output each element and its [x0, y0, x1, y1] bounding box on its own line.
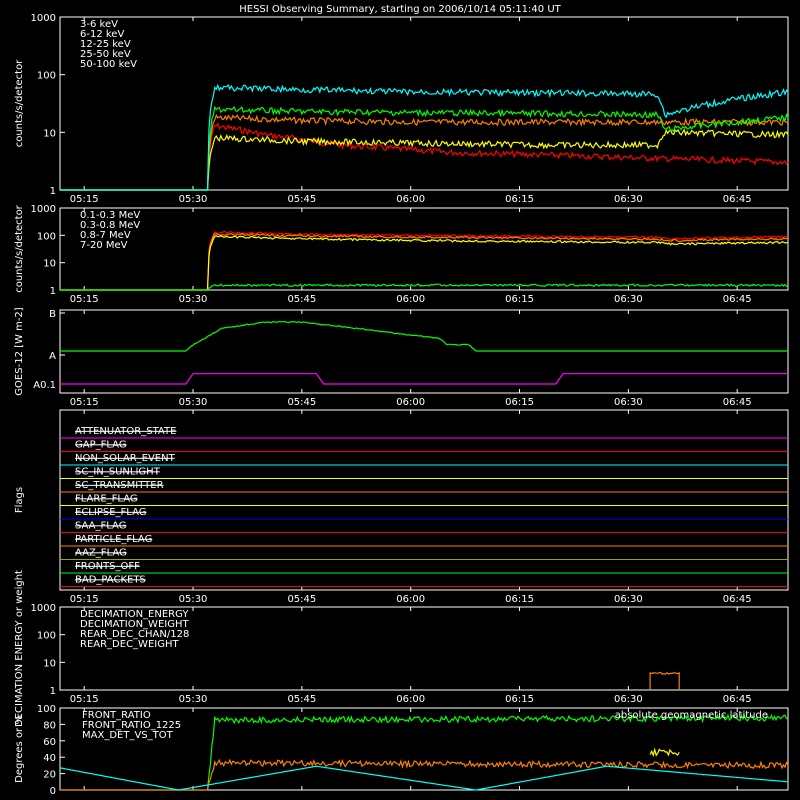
y-axis-label: GOES-12 [W m-2]: [14, 307, 25, 395]
y-tick-label: 0: [50, 786, 56, 797]
flag-label: SC_TRANSMITTER: [75, 480, 164, 491]
y-tick-label: 1000: [31, 204, 56, 215]
x-tick-label: 05:15: [70, 594, 99, 605]
y-tick-label: 100: [37, 631, 56, 642]
y-tick-label: 1000: [31, 603, 56, 614]
x-tick-label: 05:30: [179, 694, 208, 705]
x-tick-label: 06:00: [396, 194, 425, 205]
flag-label: FLARE_FLAG: [75, 494, 138, 505]
flag-label: SC_IN_SUNLIGHT: [75, 467, 161, 478]
y-axis-label: counts/s/detector: [14, 204, 25, 292]
y-tick-label: A: [49, 351, 56, 362]
x-tick-label: 06:45: [723, 694, 752, 705]
y-tick-label: 1: [50, 286, 56, 297]
x-tick-label: 05:30: [179, 194, 208, 205]
series-line: [60, 83, 789, 191]
flag-label: ECLIPSE_FLAG: [75, 507, 146, 518]
x-tick-label: 05:30: [179, 294, 208, 305]
y-tick-label: 1: [50, 186, 56, 197]
flag-label: ATTENUATOR_STATE: [75, 426, 176, 437]
x-tick-label: 05:15: [70, 294, 99, 305]
panel-2-frame: [59, 207, 789, 291]
x-tick-label: 05:45: [287, 594, 316, 605]
x-tick-label: 06:30: [614, 694, 643, 705]
x-tick-label: 06:30: [614, 194, 643, 205]
x-tick-label: 06:30: [614, 594, 643, 605]
y-tick-label: 60: [43, 737, 56, 748]
flag-label: GAP_FLAG: [75, 440, 127, 451]
panel-1-frame: [59, 16, 789, 191]
y-tick-label: 100: [37, 231, 56, 242]
x-tick-label: 05:30: [179, 397, 208, 408]
y-tick-label: 1000: [31, 13, 56, 24]
flag-label: PARTICLE_FLAG: [75, 534, 152, 545]
series-line: [60, 122, 789, 191]
series-line: [60, 283, 789, 291]
x-tick-label: 06:00: [396, 694, 425, 705]
x-tick-label: 06:15: [505, 194, 534, 205]
y-tick-label: 100: [37, 704, 56, 715]
y-axis-label: counts/s/detector: [14, 59, 25, 147]
series-line: [649, 747, 680, 758]
y-tick-label: 10: [43, 259, 56, 270]
x-tick-label: 06:15: [505, 694, 534, 705]
x-tick-label: 05:15: [70, 694, 99, 705]
series-line: [60, 758, 789, 791]
series-line: [60, 230, 789, 291]
x-tick-label: 05:45: [287, 397, 316, 408]
x-tick-label: 06:45: [723, 594, 752, 605]
y-tick-label: 40: [43, 753, 56, 764]
series-line: [59, 765, 789, 791]
y-tick-label: 10: [43, 128, 56, 139]
x-tick-label: 05:15: [70, 194, 99, 205]
x-tick-label: 06:00: [396, 397, 425, 408]
flag-label: SAA_FLAG: [75, 521, 126, 532]
panel-4-frame: [59, 409, 789, 591]
x-tick-label: 06:30: [614, 397, 643, 408]
x-tick-label: 06:45: [723, 194, 752, 205]
x-tick-label: 05:45: [287, 694, 316, 705]
chart-title: HESSI Observing Summary, starting on 200…: [239, 4, 561, 15]
y-axis-label: Degrees or %: [14, 715, 25, 783]
legend-entry: 7-20 MeV: [80, 240, 128, 251]
series-line: [60, 234, 789, 291]
flag-label: NON_SOLAR_EVENT: [75, 453, 176, 464]
x-tick-label: 05:45: [287, 194, 316, 205]
y-tick-label: A0.1: [33, 380, 56, 391]
series-line: [649, 671, 680, 690]
y-tick-label: 80: [43, 720, 56, 731]
x-tick-label: 06:45: [723, 294, 752, 305]
y-axis-label: DECIMATION ENERGY or weight: [14, 570, 25, 727]
x-tick-label: 05:15: [70, 397, 99, 408]
x-tick-label: 06:15: [505, 594, 534, 605]
series-line: [60, 232, 789, 291]
y-tick-label: 1: [50, 686, 56, 697]
annotation-label: absolute geomagnetic latitude: [615, 710, 768, 721]
legend-entry: MAX_DET_VS_TOT: [82, 730, 174, 741]
legend-entry: REAR_DEC_WEIGHT: [80, 639, 179, 650]
series-line: [60, 320, 788, 352]
flag-label: BAD_PACKETS: [75, 575, 146, 586]
x-tick-label: 06:15: [505, 294, 534, 305]
series-line: [60, 373, 788, 385]
y-tick-label: 100: [37, 71, 56, 82]
y-tick-label: B: [49, 309, 56, 320]
hessi-summary-chart: HESSI Observing Summary, starting on 200…: [14, 4, 789, 797]
x-tick-label: 06:15: [505, 397, 534, 408]
x-tick-label: 06:45: [723, 397, 752, 408]
x-tick-label: 05:30: [179, 594, 208, 605]
x-tick-label: 05:45: [287, 294, 316, 305]
legend-entry: 50-100 keV: [80, 59, 137, 70]
series-line: [60, 128, 789, 191]
x-tick-label: 06:00: [396, 294, 425, 305]
y-tick-label: 10: [43, 658, 56, 669]
y-tick-label: 20: [43, 770, 56, 781]
x-tick-label: 06:30: [614, 294, 643, 305]
y-axis-label: Flags: [14, 487, 25, 513]
x-tick-label: 06:00: [396, 594, 425, 605]
flag-label: AAZ_FLAG: [75, 548, 127, 559]
flag-label: FRONTS_OFF: [75, 561, 140, 572]
